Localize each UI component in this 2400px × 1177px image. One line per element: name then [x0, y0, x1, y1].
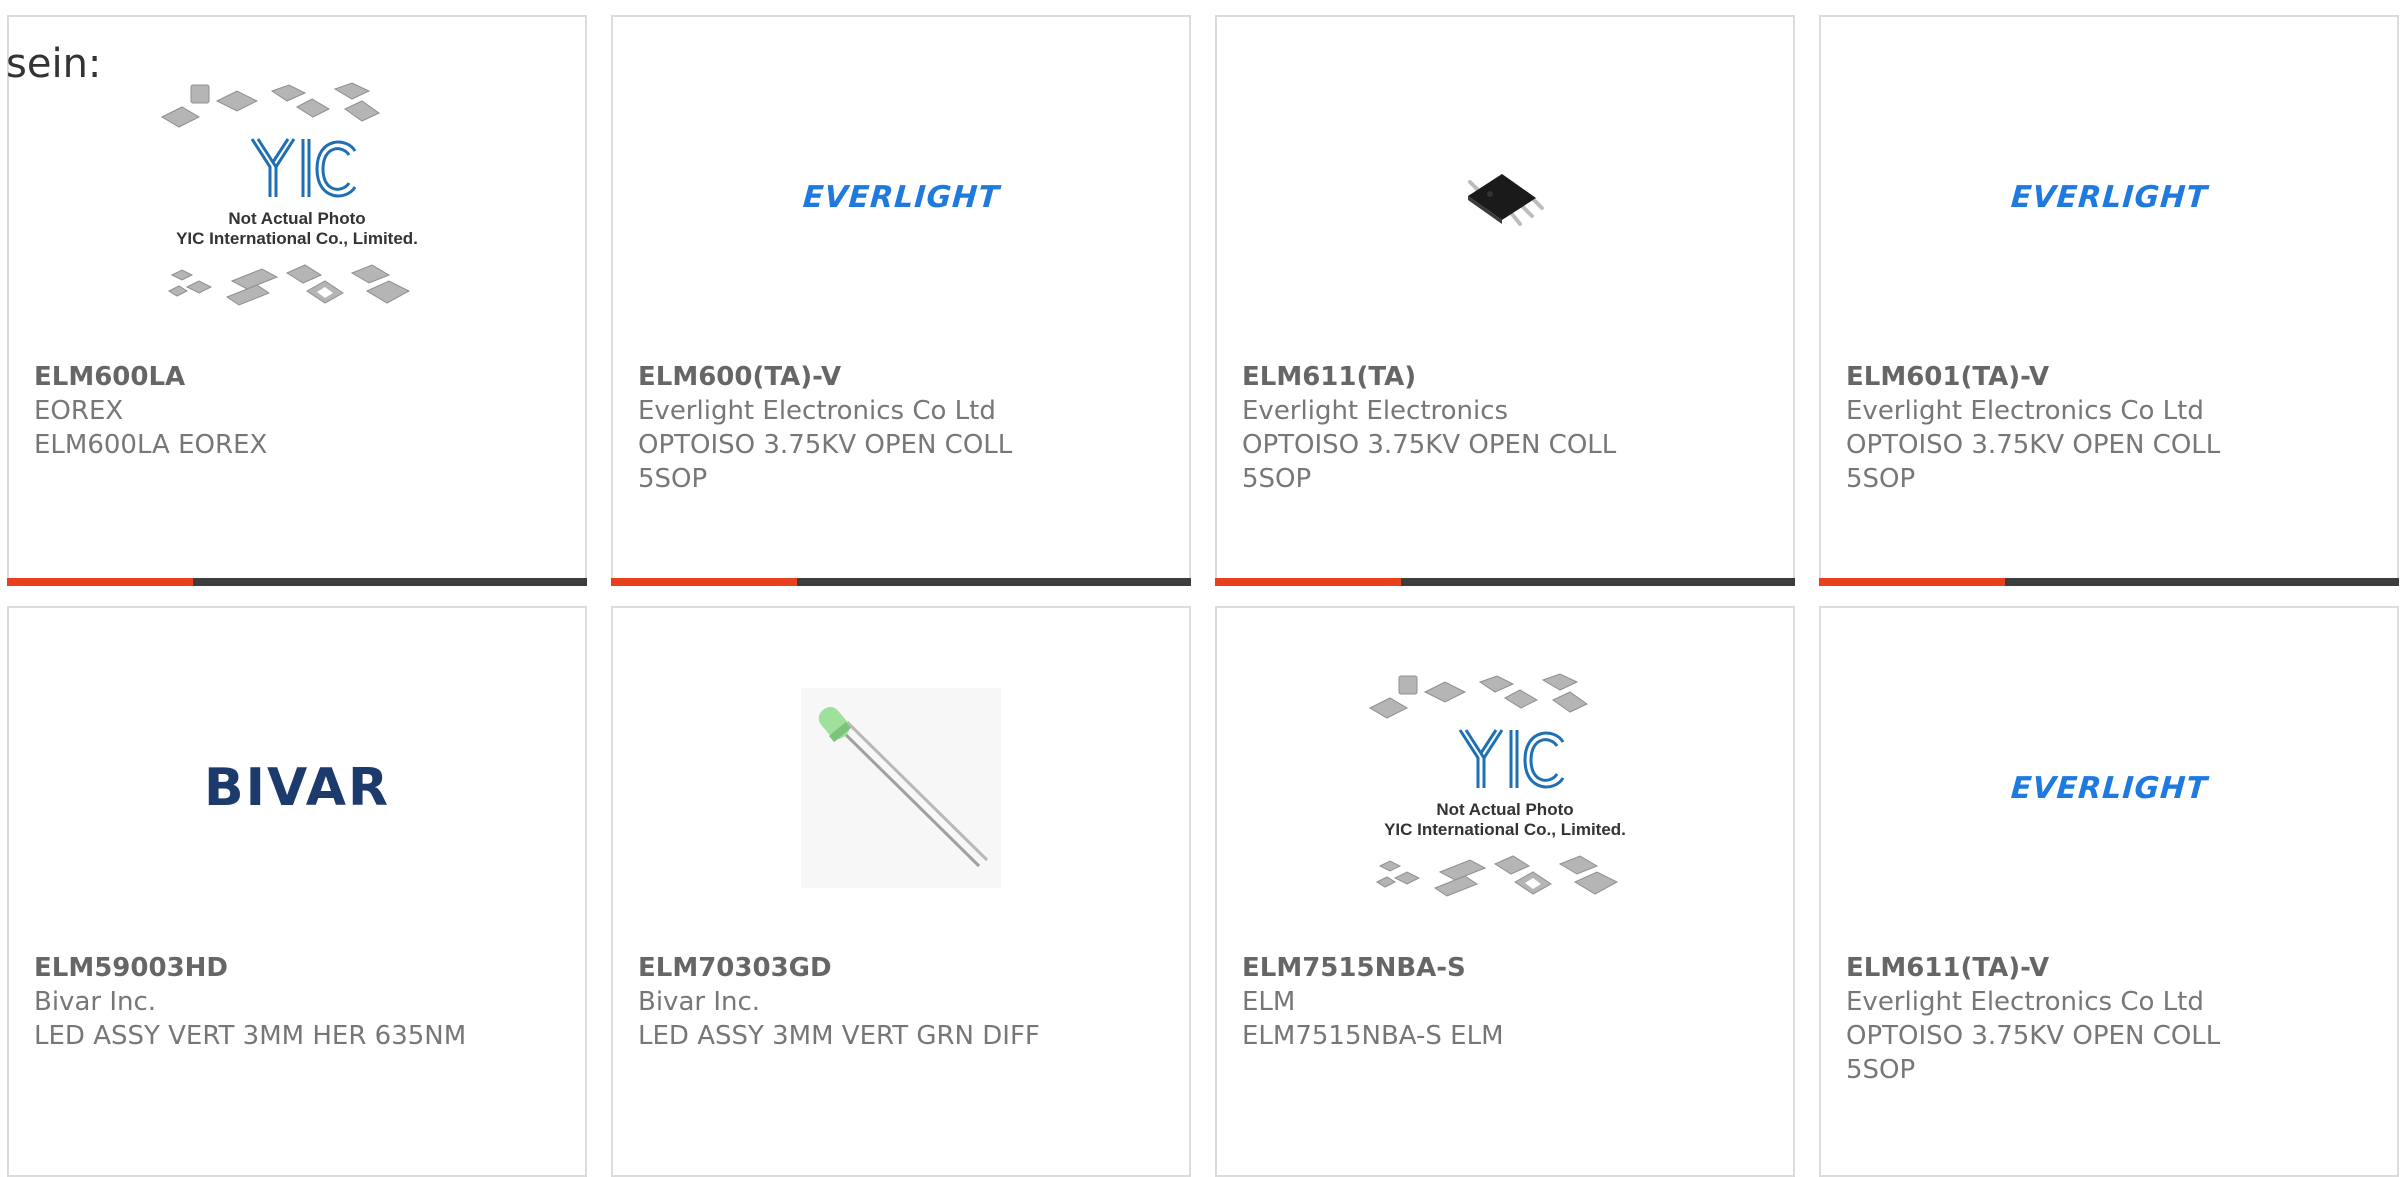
- progress-bar: [1215, 578, 1795, 586]
- progress-fill: [1215, 578, 1401, 586]
- placeholder-caption-2: YIC International Co., Limited.: [176, 229, 418, 248]
- yic-placeholder-image: Not Actual Photo YIC International Co., …: [1365, 670, 1645, 906]
- manufacturer: Everlight Electronics Co Ltd: [1846, 987, 2204, 1017]
- manufacturer: EOREX: [34, 396, 124, 426]
- product-info: ELM59003HD Bivar Inc. LED ASSY VERT 3MM H…: [34, 951, 565, 1053]
- part-number[interactable]: ELM611(TA): [1242, 360, 1773, 394]
- description-line: OPTOISO 3.75KV OPEN COLL: [1846, 1021, 2221, 1051]
- lead-text: sein:: [6, 41, 102, 87]
- product-image[interactable]: Not Actual Photo YIC International Co., …: [1217, 648, 1793, 928]
- bivar-logo: BIVAR: [204, 758, 390, 818]
- product-info: ELM600(TA)-V Everlight Electronics Co Lt…: [638, 360, 1169, 496]
- product-card[interactable]: EVERLIGHT ELM600(TA)-V Everlight Electro…: [611, 15, 1191, 586]
- manufacturer: Bivar Inc.: [34, 987, 157, 1017]
- product-image[interactable]: EVERLIGHT: [1821, 648, 2397, 928]
- progress-fill: [7, 578, 193, 586]
- chip-group-icon: [1375, 855, 1619, 897]
- product-card[interactable]: ELM70303GD Bivar Inc. LED ASSY 3MM VERT G…: [611, 606, 1191, 1177]
- part-number[interactable]: ELM611(TA)-V: [1846, 951, 2377, 985]
- part-number[interactable]: ELM601(TA)-V: [1846, 360, 2377, 394]
- manufacturer: Everlight Electronics Co Ltd: [638, 396, 996, 426]
- part-number[interactable]: ELM7515NBA-S: [1242, 951, 1773, 985]
- placeholder-caption-1: Not Actual Photo: [1436, 800, 1574, 819]
- product-image[interactable]: [613, 648, 1189, 928]
- yic-placeholder-image: Not Actual Photo YIC International Co., …: [157, 79, 437, 315]
- manufacturer: Everlight Electronics: [1242, 396, 1509, 426]
- description-line: 5SOP: [1846, 464, 1916, 494]
- sop-chip-photo: [1468, 174, 1544, 226]
- green-led-photo: [801, 688, 1001, 888]
- product-card[interactable]: EVERLIGHT ELM611(TA)-V Everlight Electro…: [1819, 606, 2399, 1177]
- product-image[interactable]: EVERLIGHT: [1821, 57, 2397, 337]
- description-line: OPTOISO 3.75KV OPEN COLL: [1242, 430, 1617, 460]
- description-line: OPTOISO 3.75KV OPEN COLL: [638, 430, 1013, 460]
- description-line: LED ASSY VERT 3MM HER 635NM: [34, 1021, 467, 1051]
- chip-group-icon: [167, 264, 411, 306]
- manufacturer: ELM: [1242, 987, 1296, 1017]
- product-card[interactable]: Not Actual Photo YIC International Co., …: [1215, 606, 1795, 1177]
- part-number[interactable]: ELM59003HD: [34, 951, 565, 985]
- product-grid: Not Actual Photo YIC International Co., …: [7, 15, 2399, 1177]
- product-card[interactable]: BIVAR ELM59003HD Bivar Inc. LED ASSY VERT…: [7, 606, 587, 1177]
- description-line: OPTOISO 3.75KV OPEN COLL: [1846, 430, 2221, 460]
- description-line: 5SOP: [1242, 464, 1312, 494]
- everlight-logo: EVERLIGHT: [801, 179, 1001, 215]
- product-card[interactable]: EVERLIGHT ELM601(TA)-V Everlight Electro…: [1819, 15, 2399, 586]
- part-number[interactable]: ELM600(TA)-V: [638, 360, 1169, 394]
- product-image[interactable]: BIVAR: [9, 648, 585, 928]
- product-info: ELM611(TA)-V Everlight Electronics Co Lt…: [1846, 951, 2377, 1087]
- placeholder-caption-2: YIC International Co., Limited.: [1384, 820, 1626, 839]
- product-image[interactable]: Not Actual Photo YIC International Co., …: [9, 57, 585, 337]
- progress-bar: [611, 578, 1191, 586]
- manufacturer: Bivar Inc.: [638, 987, 761, 1017]
- product-info: ELM7515NBA-S ELM ELM7515NBA-S ELM: [1242, 951, 1773, 1053]
- product-card[interactable]: Not Actual Photo YIC International Co., …: [7, 15, 587, 586]
- description-line: 5SOP: [638, 464, 708, 494]
- product-card[interactable]: ELM611(TA) Everlight Electronics OPTOISO …: [1215, 15, 1795, 586]
- description-line: 5SOP: [1846, 1055, 1916, 1085]
- progress-bar: [7, 578, 587, 586]
- progress-bar: [1819, 578, 2399, 586]
- part-number[interactable]: ELM70303GD: [638, 951, 1169, 985]
- progress-fill: [611, 578, 797, 586]
- part-number[interactable]: ELM600LA: [34, 360, 565, 394]
- everlight-logo: EVERLIGHT: [2009, 179, 2209, 215]
- description-line: LED ASSY 3MM VERT GRN DIFF: [638, 1021, 1040, 1051]
- product-image[interactable]: [1217, 57, 1793, 337]
- product-info: ELM600LA EOREX ELM600LA EOREX: [34, 360, 565, 462]
- product-info: ELM70303GD Bivar Inc. LED ASSY 3MM VERT G…: [638, 951, 1169, 1053]
- progress-fill: [1819, 578, 2005, 586]
- product-info: ELM601(TA)-V Everlight Electronics Co Lt…: [1846, 360, 2377, 496]
- everlight-logo: EVERLIGHT: [2009, 770, 2209, 806]
- manufacturer: Everlight Electronics Co Ltd: [1846, 396, 2204, 426]
- product-image[interactable]: EVERLIGHT: [613, 57, 1189, 337]
- description-line: ELM600LA EOREX: [34, 430, 268, 460]
- product-info: ELM611(TA) Everlight Electronics OPTOISO …: [1242, 360, 1773, 496]
- placeholder-caption-1: Not Actual Photo: [228, 209, 366, 228]
- description-line: ELM7515NBA-S ELM: [1242, 1021, 1504, 1051]
